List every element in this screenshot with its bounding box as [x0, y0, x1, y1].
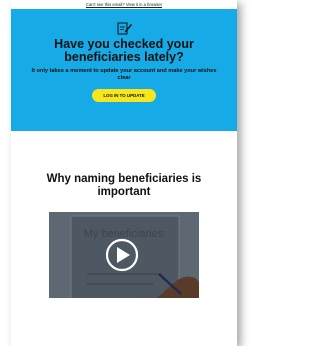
section-heading: Why naming beneficiaries is important	[46, 173, 202, 198]
document-pen-icon	[117, 22, 132, 35]
hero-title: Have you checked your beneficiaries late…	[54, 37, 194, 64]
hero-subtitle: It only takes a moment to update your ac…	[31, 68, 217, 81]
video-thumbnail[interactable]: My beneficiaries:	[49, 212, 199, 298]
thumbnail-text: My beneficiaries:	[84, 228, 167, 240]
video-thumbnail-art: My beneficiaries:	[49, 212, 199, 298]
email-card: Can't see this email? View it in a brows…	[11, 0, 237, 346]
top-bar: Can't see this email? View it in a brows…	[11, 0, 237, 9]
why-section: Why naming beneficiaries is important My…	[11, 131, 237, 298]
hero-banner: Have you checked your beneficiaries late…	[11, 9, 237, 131]
view-in-browser-link[interactable]: Can't see this email? View it in a brows…	[86, 2, 162, 7]
log-in-to-update-button[interactable]: LOG IN TO UPDATE	[92, 89, 156, 103]
